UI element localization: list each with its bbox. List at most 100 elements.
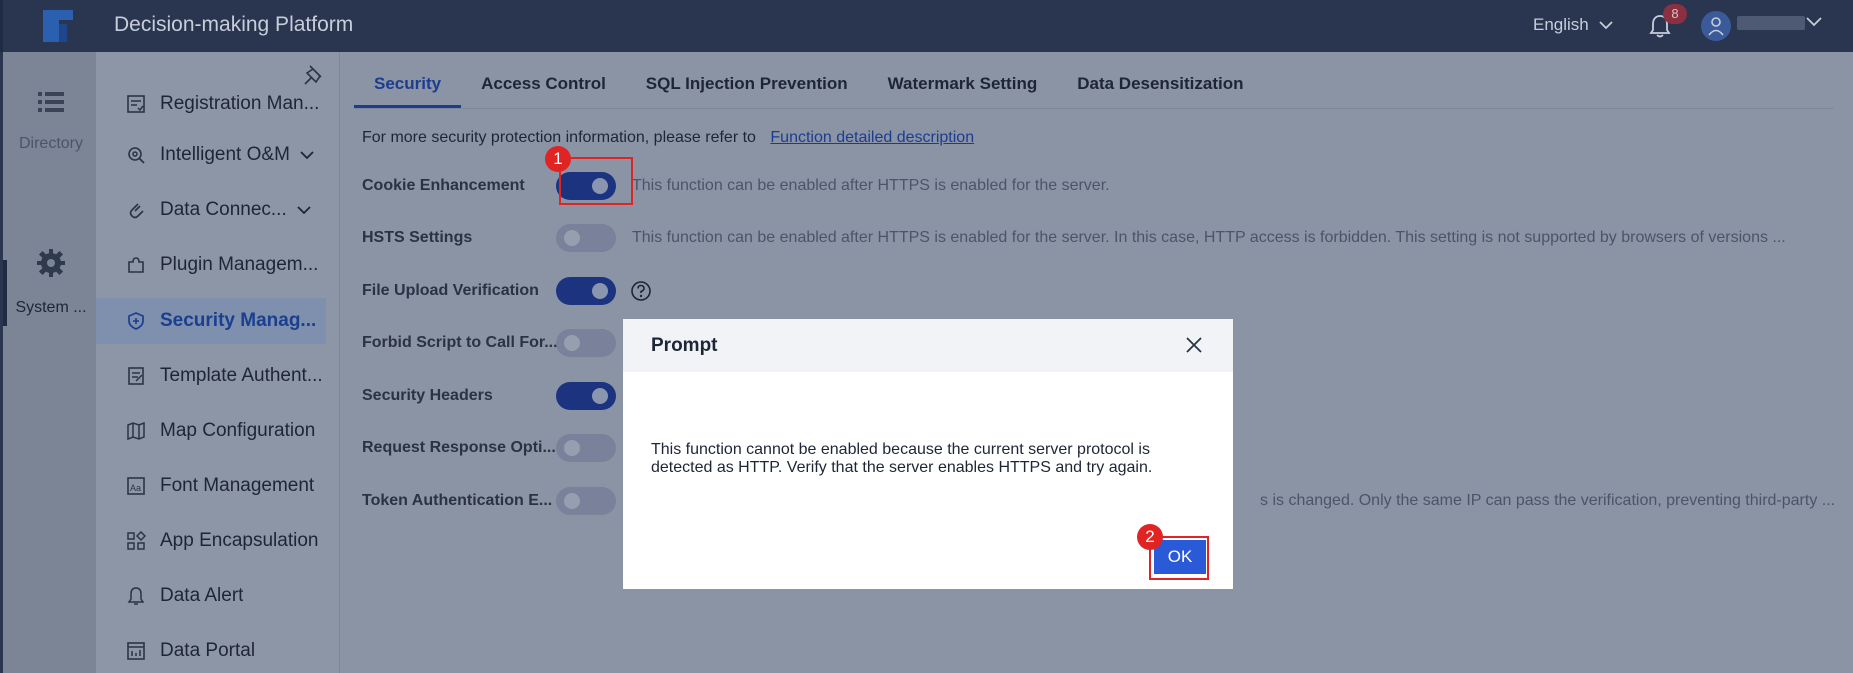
notification-badge: 8 (1663, 4, 1687, 24)
app-icon (127, 531, 146, 550)
app-title: Decision-making Platform (114, 13, 354, 36)
username-redacted[interactable] (1737, 16, 1805, 30)
sidebar-item-map-config[interactable]: Map Configuration (96, 408, 326, 454)
step-badge-2: 2 (1137, 524, 1163, 550)
sidebar-item-template-auth[interactable]: Template Authent... (96, 353, 326, 399)
sidebar-item-label: Font Management (160, 475, 315, 496)
close-icon[interactable] (1185, 336, 1203, 354)
rail-label-system: System ... (15, 299, 87, 316)
shield-icon (128, 312, 144, 330)
function-description-link[interactable]: Function detailed description (770, 129, 974, 146)
sidebar-item-label: Data Portal (160, 640, 256, 661)
step-badge-1: 1 (545, 146, 571, 172)
setting-row-request-response: Request Response Opti... (362, 433, 616, 463)
tab-sql-injection-prevention[interactable]: SQL Injection Prevention (626, 64, 868, 108)
tab-divider (354, 108, 1834, 109)
avatar[interactable] (1701, 11, 1731, 41)
sidebar-item-label: Security Manag... (160, 310, 317, 331)
language-selector[interactable]: English (1533, 15, 1613, 35)
tab-watermark-setting[interactable]: Watermark Setting (868, 64, 1058, 108)
rail-item-system[interactable]: System ... (3, 248, 99, 317)
tab-data-desensitization[interactable]: Data Desensitization (1057, 64, 1263, 108)
language-label: English (1533, 15, 1589, 34)
setting-label: Security Headers (362, 387, 493, 404)
setting-description: s is changed. Only the same IP can pass … (1260, 492, 1836, 509)
setting-label: Request Response Opti... (362, 439, 556, 456)
setting-label: HSTS Settings (362, 229, 473, 246)
setting-row-forbid-script: Forbid Script to Call For... (362, 328, 616, 358)
highlight-cookie-toggle (559, 157, 633, 205)
user-icon (1708, 17, 1724, 36)
om-icon (128, 147, 145, 164)
setting-row-hsts: HSTS Settings This function can be enabl… (362, 223, 1786, 253)
sidebar-item-label: Data Alert (160, 585, 244, 606)
template-icon (128, 367, 144, 385)
sidebar-item-label: Template Authent... (160, 365, 323, 386)
sidebar-item-plugin[interactable]: Plugin Managem... (96, 242, 326, 288)
sidebar-item-label: Data Connec... (160, 199, 287, 220)
dialog-message: This function cannot be enabled because … (651, 441, 1153, 476)
toggle-knob (564, 493, 580, 509)
setting-label: File Upload Verification (362, 282, 539, 299)
help-icon[interactable] (630, 280, 652, 302)
setting-description: This function can be enabled after HTTPS… (632, 177, 1110, 194)
sidebar-item-label: Intelligent O&M (160, 144, 290, 165)
chevron-down-icon (1599, 21, 1613, 30)
token-authentication-toggle[interactable] (556, 487, 616, 515)
gear-icon (37, 249, 65, 277)
toggle-knob (564, 440, 580, 456)
tab-security[interactable]: Security (354, 64, 462, 108)
sidebar-item-app-encapsulation[interactable]: App Encapsulation (96, 518, 326, 564)
toggle-knob (592, 283, 608, 299)
sidebar-item-label: Registration Man... (160, 93, 320, 114)
chevron-down-icon (300, 151, 314, 160)
chevron-down-icon (297, 206, 311, 215)
security-info: For more security protection information… (362, 129, 974, 147)
sidebar-item-registration[interactable]: Registration Man... (96, 81, 326, 127)
sidebar: Registration Man... Intelligent O&M Data… (96, 52, 340, 673)
sidebar-item-label: App Encapsulation (160, 530, 319, 551)
file-upload-verification-toggle[interactable] (556, 277, 616, 305)
dialog-header: Prompt (623, 319, 1233, 372)
rail-item-directory[interactable]: Directory (3, 90, 99, 153)
sidebar-item-label: Map Configuration (160, 420, 316, 441)
setting-label: Cookie Enhancement (362, 177, 525, 194)
tab-bar: Security Access Control SQL Injection Pr… (354, 64, 1263, 108)
plugin-icon (128, 257, 144, 273)
map-icon (127, 421, 145, 441)
sidebar-item-data-alert[interactable]: Data Alert (96, 573, 326, 619)
setting-row-file-upload: File Upload Verification (362, 276, 652, 306)
rail-label-directory: Directory (18, 135, 83, 152)
forbid-script-toggle[interactable] (556, 329, 616, 357)
sidebar-item-data-connection[interactable]: Data Connec... (96, 187, 326, 233)
link-icon (129, 203, 144, 219)
request-response-toggle[interactable] (556, 434, 616, 462)
setting-row-security-headers: Security Headers (362, 381, 616, 411)
sidebar-item-font-management[interactable]: Aa Font Management (96, 463, 326, 509)
toggle-knob (564, 230, 580, 246)
sidebar-item-label: Plugin Managem... (160, 254, 319, 275)
setting-label: Token Authentication E... (362, 492, 553, 509)
setting-label: Forbid Script to Call For... (362, 334, 558, 351)
font-icon: Aa (127, 477, 145, 495)
sidebar-item-data-portal[interactable]: Data Portal (96, 628, 326, 673)
security-headers-toggle[interactable] (556, 382, 616, 410)
register-icon (127, 95, 145, 113)
setting-description: This function can be enabled after HTTPS… (632, 229, 1786, 246)
dialog-title: Prompt (651, 334, 718, 356)
info-text: For more security protection information… (362, 129, 756, 146)
top-bar: Decision-making Platform English 8 (0, 0, 1853, 52)
list-icon (38, 92, 64, 112)
tab-access-control[interactable]: Access Control (461, 64, 626, 108)
bell-icon (127, 587, 145, 605)
sidebar-item-intelligent-om[interactable]: Intelligent O&M (96, 132, 326, 178)
setting-row-token-auth: Token Authentication E... s is changed. … (362, 486, 1835, 516)
sidebar-item-security[interactable]: Security Manag... (96, 298, 326, 344)
left-rail: Directory System ... (0, 52, 96, 673)
platform-logo (43, 10, 73, 42)
hsts-toggle[interactable] (556, 224, 616, 252)
portal-icon (127, 642, 145, 660)
prompt-dialog: Prompt This function cannot be enabled b… (623, 319, 1233, 589)
chevron-down-icon[interactable] (1806, 16, 1822, 28)
setting-row-cookie-enhancement: Cookie Enhancement This function can be … (362, 171, 1110, 201)
